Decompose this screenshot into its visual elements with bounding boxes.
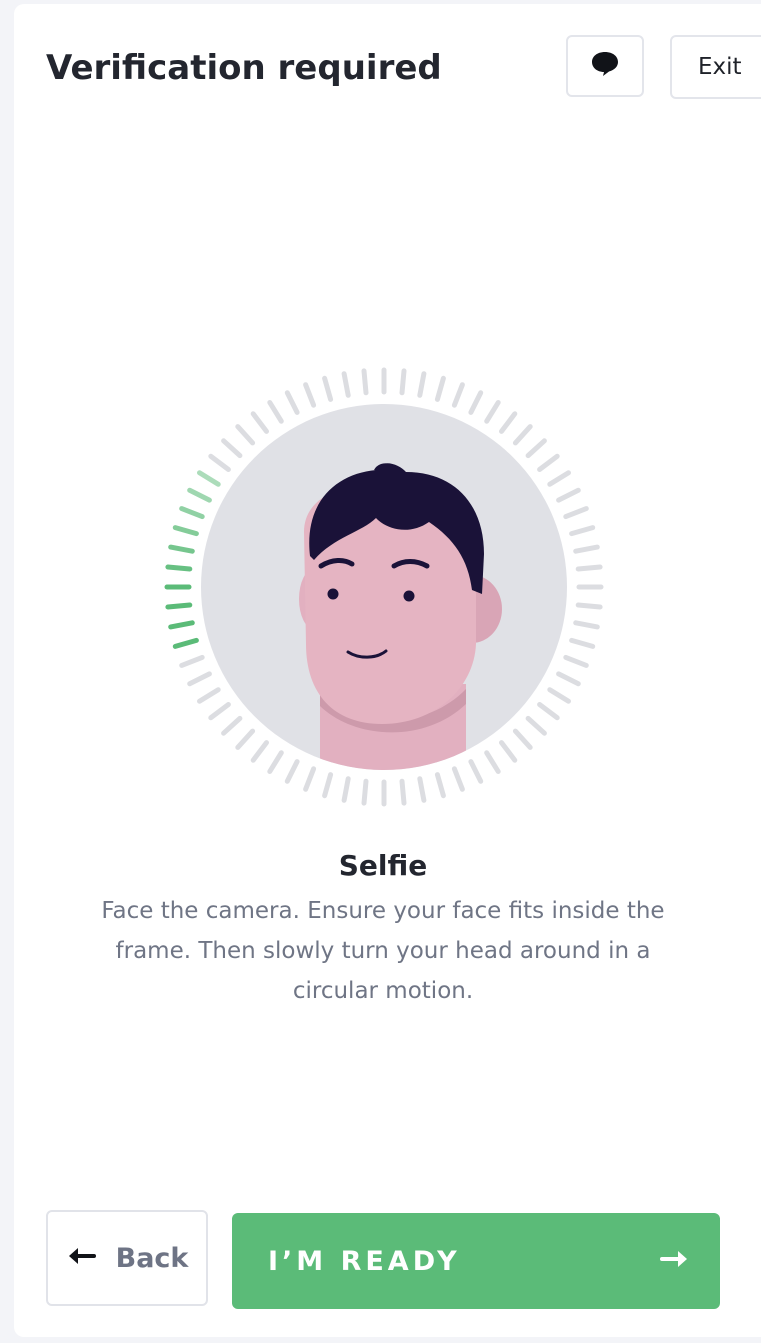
progress-tick-active bbox=[165, 564, 193, 572]
progress-tick bbox=[569, 525, 596, 537]
progress-tick bbox=[575, 564, 603, 572]
progress-tick bbox=[512, 728, 533, 750]
progress-tick bbox=[563, 506, 589, 520]
progress-tick bbox=[499, 411, 518, 434]
progress-tick bbox=[499, 740, 518, 763]
progress-tick bbox=[399, 368, 407, 396]
progress-tick bbox=[525, 438, 547, 459]
progress-tick bbox=[484, 400, 501, 424]
progress-tick bbox=[235, 424, 256, 446]
progress-tick bbox=[537, 453, 560, 472]
progress-tick bbox=[235, 728, 256, 750]
progress-tick-active bbox=[165, 602, 193, 610]
back-label: Back bbox=[115, 1242, 189, 1274]
arrow-left-icon bbox=[66, 1243, 96, 1274]
progress-tick bbox=[221, 715, 243, 736]
progress-tick bbox=[399, 778, 407, 806]
progress-tick bbox=[556, 671, 581, 687]
exit-button[interactable]: Exit bbox=[670, 35, 761, 99]
progress-tick bbox=[417, 776, 427, 803]
page-title: Verification required bbox=[46, 48, 442, 88]
progress-tick bbox=[563, 654, 589, 668]
progress-tick bbox=[434, 772, 446, 799]
progress-tick bbox=[434, 375, 446, 402]
selfie-heading: Selfie bbox=[338, 849, 428, 882]
progress-tick bbox=[417, 371, 427, 398]
verification-card: Verification required Exit Selfie Face t… bbox=[14, 4, 761, 1337]
progress-tick bbox=[569, 637, 596, 649]
progress-tick bbox=[573, 620, 600, 630]
selfie-illustration bbox=[124, 354, 644, 848]
progress-tick bbox=[187, 671, 212, 687]
progress-tick bbox=[573, 544, 600, 554]
progress-tick bbox=[303, 766, 317, 792]
progress-tick bbox=[250, 740, 269, 763]
progress-tick bbox=[208, 453, 231, 472]
progress-tick bbox=[284, 759, 300, 784]
progress-tick bbox=[468, 759, 484, 784]
ready-label: I’M READY bbox=[268, 1245, 461, 1277]
progress-tick bbox=[547, 470, 571, 487]
progress-tick bbox=[267, 750, 284, 774]
progress-tick bbox=[451, 382, 465, 408]
progress-tick-active bbox=[179, 506, 205, 520]
progress-tick bbox=[451, 766, 465, 792]
progress-tick bbox=[341, 371, 351, 398]
speech-bubble-icon bbox=[590, 50, 620, 82]
progress-tick bbox=[322, 772, 334, 799]
progress-tick bbox=[512, 424, 533, 446]
progress-tick-active bbox=[168, 544, 195, 554]
progress-tick bbox=[547, 687, 571, 704]
progress-tick-active bbox=[168, 620, 195, 630]
back-button[interactable]: Back bbox=[46, 1210, 208, 1306]
arrow-right-icon bbox=[660, 1246, 690, 1277]
progress-tick bbox=[267, 400, 284, 424]
progress-tick bbox=[361, 778, 369, 806]
progress-tick bbox=[537, 702, 560, 721]
progress-tick bbox=[484, 750, 501, 774]
progress-tick bbox=[221, 438, 243, 459]
progress-tick bbox=[341, 776, 351, 803]
progress-tick-active bbox=[187, 487, 212, 503]
progress-tick-active bbox=[172, 525, 199, 537]
progress-tick bbox=[250, 411, 269, 434]
progress-tick bbox=[322, 375, 334, 402]
progress-tick bbox=[575, 602, 603, 610]
progress-tick bbox=[361, 368, 369, 396]
progress-tick bbox=[284, 390, 300, 415]
chat-button[interactable] bbox=[566, 35, 644, 97]
selfie-instructions: Face the camera. Ensure your face fits i… bbox=[101, 898, 665, 1004]
progress-tick bbox=[179, 654, 205, 668]
progress-tick-active bbox=[197, 470, 221, 487]
progress-tick bbox=[197, 687, 221, 704]
progress-tick bbox=[208, 702, 231, 721]
progress-tick bbox=[525, 715, 547, 736]
progress-tick bbox=[556, 487, 581, 503]
progress-tick bbox=[468, 390, 484, 415]
progress-tick bbox=[303, 382, 317, 408]
im-ready-button[interactable]: I’M READY bbox=[232, 1213, 720, 1309]
progress-tick-active bbox=[172, 637, 199, 649]
exit-label: Exit bbox=[698, 54, 742, 80]
